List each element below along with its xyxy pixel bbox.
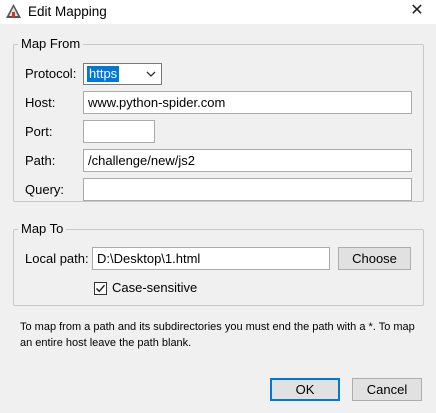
host-input[interactable]: www.python-spider.com bbox=[83, 91, 412, 114]
query-input[interactable] bbox=[83, 178, 412, 201]
port-input[interactable] bbox=[83, 120, 155, 143]
map-to-legend: Map To bbox=[18, 221, 67, 237]
query-label: Query: bbox=[25, 182, 65, 197]
chevron-down-icon bbox=[145, 67, 157, 81]
protocol-select[interactable]: https bbox=[83, 63, 162, 85]
local-path-input[interactable]: D:\Desktop\1.html bbox=[92, 247, 330, 270]
case-sensitive-checkbox[interactable] bbox=[94, 282, 107, 295]
host-label: Host: bbox=[25, 95, 56, 110]
charles-app-icon bbox=[5, 3, 22, 20]
protocol-value: https bbox=[87, 66, 120, 82]
title-bar: Edit Mapping ✕ bbox=[0, 0, 436, 24]
path-label: Path: bbox=[25, 153, 56, 168]
path-input[interactable]: /challenge/new/js2 bbox=[83, 149, 412, 172]
local-path-label: Local path: bbox=[25, 251, 89, 266]
cancel-button[interactable]: Cancel bbox=[352, 378, 422, 401]
map-from-legend: Map From bbox=[18, 36, 84, 52]
ok-button[interactable]: OK bbox=[270, 378, 340, 401]
close-icon[interactable]: ✕ bbox=[404, 0, 430, 22]
choose-button[interactable]: Choose bbox=[338, 247, 411, 270]
protocol-label: Protocol: bbox=[25, 66, 77, 81]
mapping-hint-text: To map from a path and its subdirectorie… bbox=[20, 321, 415, 349]
window-title: Edit Mapping bbox=[28, 4, 107, 19]
case-sensitive-label: Case-sensitive bbox=[112, 280, 198, 295]
port-label: Port: bbox=[25, 124, 53, 139]
